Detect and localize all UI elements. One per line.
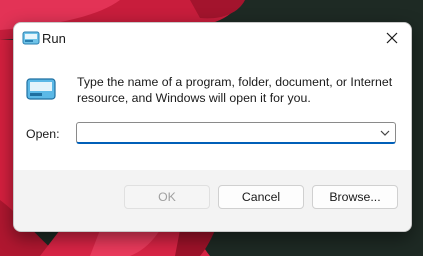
browse-button[interactable]: Browse...: [312, 185, 398, 209]
run-icon: [26, 78, 56, 100]
open-combobox[interactable]: [76, 122, 396, 144]
description-text: Type the name of a program, folder, docu…: [77, 75, 393, 105]
open-label: Open:: [26, 127, 60, 141]
run-dialog: Run Type the name of a program, folder, …: [13, 22, 412, 232]
dialog-content: Type the name of a program, folder, docu…: [14, 53, 411, 170]
button-bar: OK Cancel Browse...: [14, 170, 411, 231]
window-title: Run: [42, 31, 66, 46]
close-icon[interactable]: [383, 29, 401, 47]
chevron-down-icon[interactable]: [379, 127, 391, 139]
cancel-button[interactable]: Cancel: [218, 185, 304, 209]
open-input[interactable]: [81, 124, 375, 142]
title-bar: Run: [14, 23, 411, 53]
run-icon: [22, 31, 40, 45]
ok-button[interactable]: OK: [124, 185, 210, 209]
